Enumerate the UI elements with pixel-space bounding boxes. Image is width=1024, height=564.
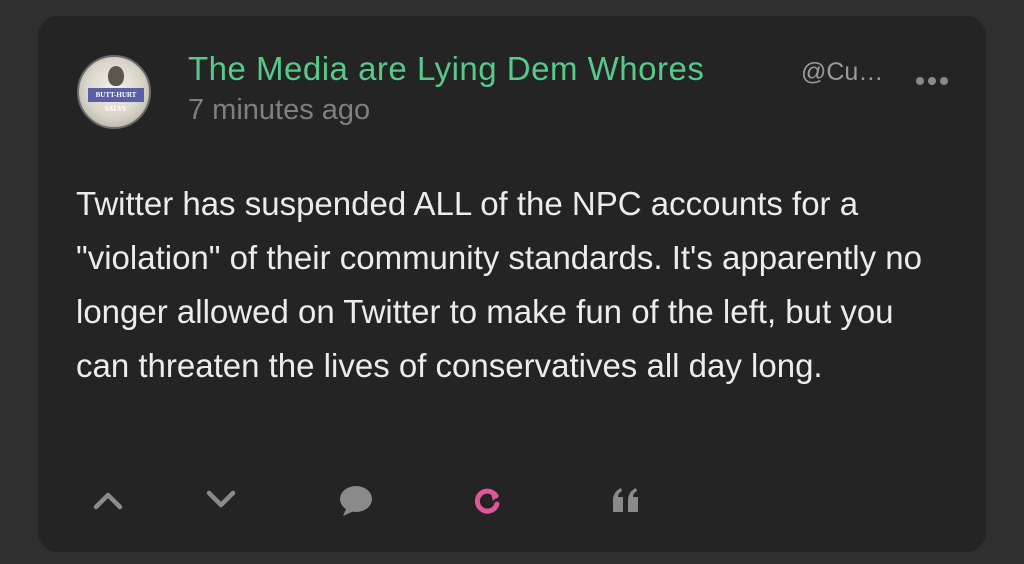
avatar-label: BUTT-HURT SALVE [88, 88, 144, 113]
avatar-portrait [108, 66, 124, 86]
downvote-icon[interactable] [201, 482, 241, 518]
more-options-icon[interactable] [916, 74, 952, 88]
author-handle[interactable]: @Cu… [801, 58, 883, 87]
comment-icon[interactable] [336, 482, 376, 518]
dot-icon [940, 77, 948, 85]
post-card: BUTT-HURT SALVE The Media are Lying Dem … [38, 16, 986, 552]
upvote-icon[interactable] [88, 482, 128, 518]
dot-icon [916, 77, 924, 85]
repost-icon[interactable] [468, 482, 508, 518]
post-body: Twitter has suspended ALL of the NPC acc… [76, 185, 922, 384]
quote-icon[interactable] [606, 482, 646, 518]
post-timestamp: 7 minutes ago [188, 94, 371, 126]
dot-icon [928, 77, 936, 85]
author-name[interactable]: The Media are Lying Dem Whores [188, 50, 704, 88]
avatar[interactable]: BUTT-HURT SALVE [77, 55, 151, 129]
